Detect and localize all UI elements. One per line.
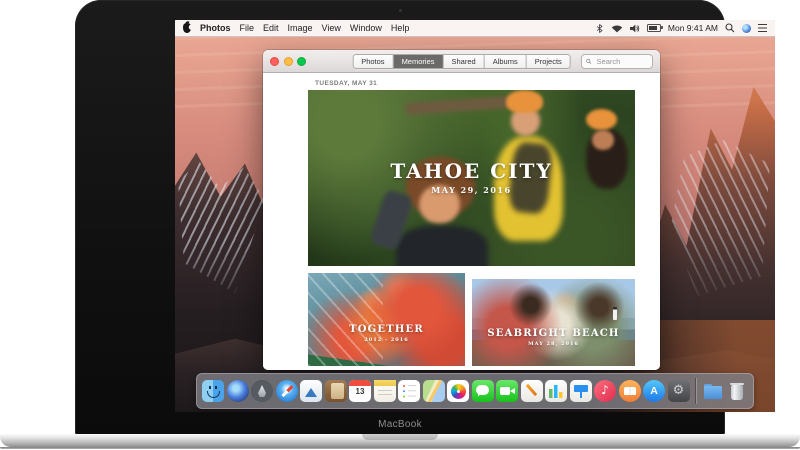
volume-icon[interactable] (630, 24, 640, 33)
memory-date: MAY 28, 2016 (472, 341, 635, 347)
dock-ibooks-icon[interactable] (619, 380, 641, 402)
memory-date: 2012 - 2016 (308, 337, 465, 343)
menu-item-file[interactable]: File (240, 20, 255, 36)
minimize-button[interactable] (284, 57, 293, 66)
window-toolbar: Photos Memories Shared Albums Projects (263, 50, 660, 73)
dock-safari-icon[interactable] (276, 380, 298, 402)
photos-window: Photos Memories Shared Albums Projects T… (263, 50, 660, 370)
camera-dot-icon (399, 9, 402, 12)
dock-pages-icon[interactable] (521, 380, 543, 402)
dock-contacts-icon[interactable] (325, 380, 347, 402)
traffic-lights (270, 57, 306, 66)
tab-albums[interactable]: Albums (485, 55, 527, 68)
menu-item-help[interactable]: Help (391, 20, 410, 36)
search-input[interactable] (595, 56, 648, 67)
memory-card-tahoe-city[interactable]: TAHOE CITY MAY 29, 2016 (308, 90, 635, 266)
memories-content: TUESDAY, MAY 31 (263, 73, 660, 370)
dock-reminders-icon[interactable] (398, 380, 420, 402)
macbook-base-edge (0, 447, 800, 449)
dock-system-preferences-icon[interactable] (668, 380, 690, 402)
dock-siri-icon[interactable] (227, 380, 249, 402)
memory-caption: TOGETHER 2012 - 2016 (308, 324, 465, 343)
tab-projects[interactable]: Projects (527, 55, 570, 68)
notification-center-icon[interactable] (758, 24, 767, 32)
spotlight-icon[interactable] (725, 23, 735, 33)
menu-bar: Photos File Edit Image View Window Help … (175, 20, 775, 37)
macbook-lid-notch (362, 434, 438, 440)
dock-facetime-icon[interactable] (496, 380, 518, 402)
bluetooth-icon[interactable] (595, 23, 604, 34)
dock-separator (695, 378, 696, 404)
screen: Photos File Edit Image View Window Help … (175, 20, 775, 412)
close-button[interactable] (270, 57, 279, 66)
tab-memories[interactable]: Memories (394, 55, 444, 68)
menu-item-window[interactable]: Window (350, 20, 382, 36)
tab-photos[interactable]: Photos (353, 55, 393, 68)
status-icons: Mon 9:41 AM (595, 23, 767, 34)
dock-launchpad-icon[interactable] (251, 380, 273, 402)
memory-date: MAY 29, 2016 (308, 185, 635, 195)
zoom-button[interactable] (297, 57, 306, 66)
calendar-day: 13 (349, 387, 371, 396)
menu-bar-clock[interactable]: Mon 9:41 AM (668, 23, 718, 33)
view-tabs: Photos Memories Shared Albums Projects (352, 54, 571, 69)
macbook-base (0, 434, 800, 447)
dock-messages-icon[interactable] (472, 380, 494, 402)
dock-downloads-icon[interactable] (702, 380, 724, 402)
tab-shared[interactable]: Shared (444, 55, 485, 68)
dock-trash-icon[interactable] (726, 380, 748, 402)
memory-photo (472, 279, 635, 366)
dock-mail-icon[interactable] (300, 380, 322, 402)
memory-card-seabright-beach[interactable]: SEABRIGHT BEACH MAY 28, 2016 (472, 279, 635, 366)
memory-photo (308, 273, 465, 366)
dock-finder-icon[interactable] (202, 380, 224, 402)
apple-menu-icon[interactable] (183, 23, 191, 33)
memory-title: TOGETHER (308, 324, 465, 335)
wifi-icon[interactable] (611, 24, 623, 33)
memory-title: SEABRIGHT BEACH (472, 328, 635, 339)
memory-caption: TAHOE CITY MAY 29, 2016 (308, 159, 635, 195)
date-header: TUESDAY, MAY 31 (315, 80, 377, 87)
memory-caption: SEABRIGHT BEACH MAY 28, 2016 (472, 328, 635, 347)
search-field[interactable] (581, 54, 653, 69)
battery-icon[interactable] (647, 24, 661, 32)
dock-photos-icon[interactable] (447, 380, 469, 402)
menu-item-photos[interactable]: Photos (200, 20, 231, 36)
dock-itunes-icon[interactable] (594, 380, 616, 402)
dock-calendar-icon[interactable]: 13 (349, 380, 371, 402)
dock-numbers-icon[interactable] (545, 380, 567, 402)
macbook-bezel: Photos File Edit Image View Window Help … (75, 0, 725, 436)
siri-icon[interactable] (742, 24, 751, 33)
dock-app-store-icon[interactable] (643, 380, 665, 402)
dock-maps-icon[interactable] (423, 380, 445, 402)
menu-item-edit[interactable]: Edit (263, 20, 279, 36)
macbook-label: MacBook (75, 419, 725, 430)
dock-keynote-icon[interactable] (570, 380, 592, 402)
menu-item-view[interactable]: View (322, 20, 341, 36)
search-icon (586, 58, 592, 65)
dock-notes-icon[interactable] (374, 380, 396, 402)
screenshot-stage: Photos File Edit Image View Window Help … (0, 0, 800, 450)
memory-card-together[interactable]: TOGETHER 2012 - 2016 (308, 273, 465, 366)
memory-title: TAHOE CITY (308, 159, 635, 183)
menu-item-image[interactable]: Image (288, 20, 313, 36)
dock: 13 (196, 373, 754, 409)
